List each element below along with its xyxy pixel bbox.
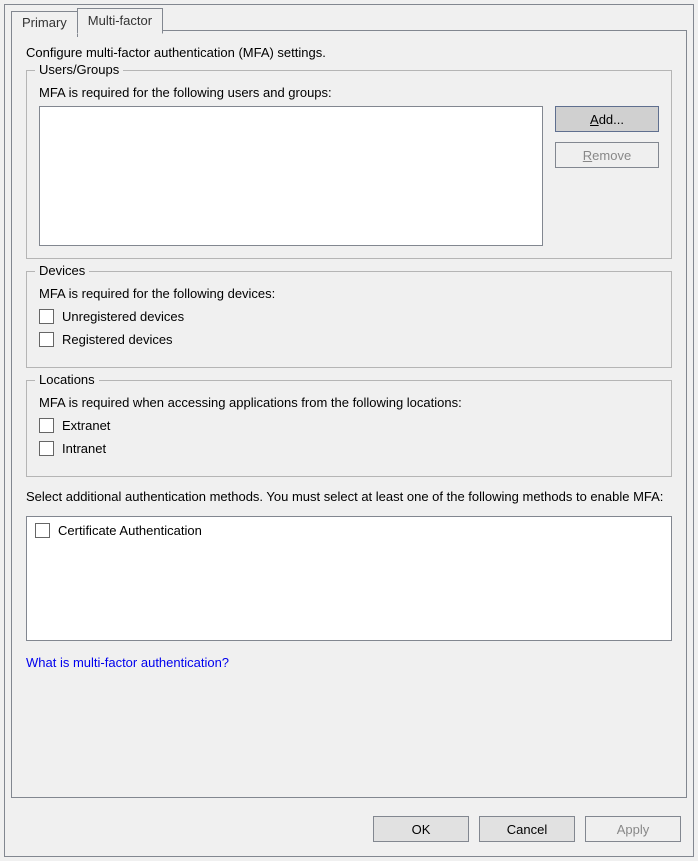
mfa-help-link[interactable]: What is multi-factor authentication? [26,655,229,670]
registered-devices-checkbox[interactable] [39,332,54,347]
ok-button[interactable]: OK [373,816,469,842]
add-button[interactable]: Add... [555,106,659,132]
cert-auth-checkbox[interactable] [35,523,50,538]
users-groups-label: MFA is required for the following users … [39,85,659,100]
dialog-footer: OK Cancel Apply [373,816,681,842]
cert-auth-label: Certificate Authentication [58,523,202,538]
locations-group: Locations MFA is required when accessing… [26,380,672,477]
registered-devices-row[interactable]: Registered devices [39,332,659,347]
intro-text: Configure multi-factor authentication (M… [26,45,672,60]
locations-legend: Locations [35,372,99,387]
extranet-label: Extranet [62,418,110,433]
tab-primary[interactable]: Primary [11,11,78,37]
unregistered-devices-checkbox[interactable] [39,309,54,324]
cancel-button[interactable]: Cancel [479,816,575,842]
users-groups-button-column: Add... Remove [555,106,659,168]
devices-group: Devices MFA is required for the followin… [26,271,672,368]
multifactor-panel: Configure multi-factor authentication (M… [11,30,687,798]
unregistered-devices-row[interactable]: Unregistered devices [39,309,659,324]
tab-multifactor[interactable]: Multi-factor [77,8,163,34]
users-groups-legend: Users/Groups [35,62,123,77]
methods-paragraph: Select additional authentication methods… [26,489,672,506]
intranet-row[interactable]: Intranet [39,441,659,456]
remove-button: Remove [555,142,659,168]
tabstrip: Primary Multi-factor [11,8,162,34]
cert-auth-row[interactable]: Certificate Authentication [35,523,663,538]
devices-label: MFA is required for the following device… [39,286,659,301]
users-groups-group: Users/Groups MFA is required for the fol… [26,70,672,259]
unregistered-devices-label: Unregistered devices [62,309,184,324]
remove-button-mnemonic: R [583,148,592,163]
extranet-checkbox[interactable] [39,418,54,433]
mfa-settings-dialog: Primary Multi-factor Configure multi-fac… [4,4,694,857]
users-groups-listbox[interactable] [39,106,543,246]
locations-label: MFA is required when accessing applicati… [39,395,659,410]
devices-legend: Devices [35,263,89,278]
auth-methods-listbox[interactable]: Certificate Authentication [26,516,672,641]
add-button-mnemonic: A [590,112,599,127]
add-button-rest: dd... [599,112,624,127]
intranet-checkbox[interactable] [39,441,54,456]
apply-button: Apply [585,816,681,842]
remove-button-rest: emove [592,148,631,163]
registered-devices-label: Registered devices [62,332,173,347]
extranet-row[interactable]: Extranet [39,418,659,433]
intranet-label: Intranet [62,441,106,456]
